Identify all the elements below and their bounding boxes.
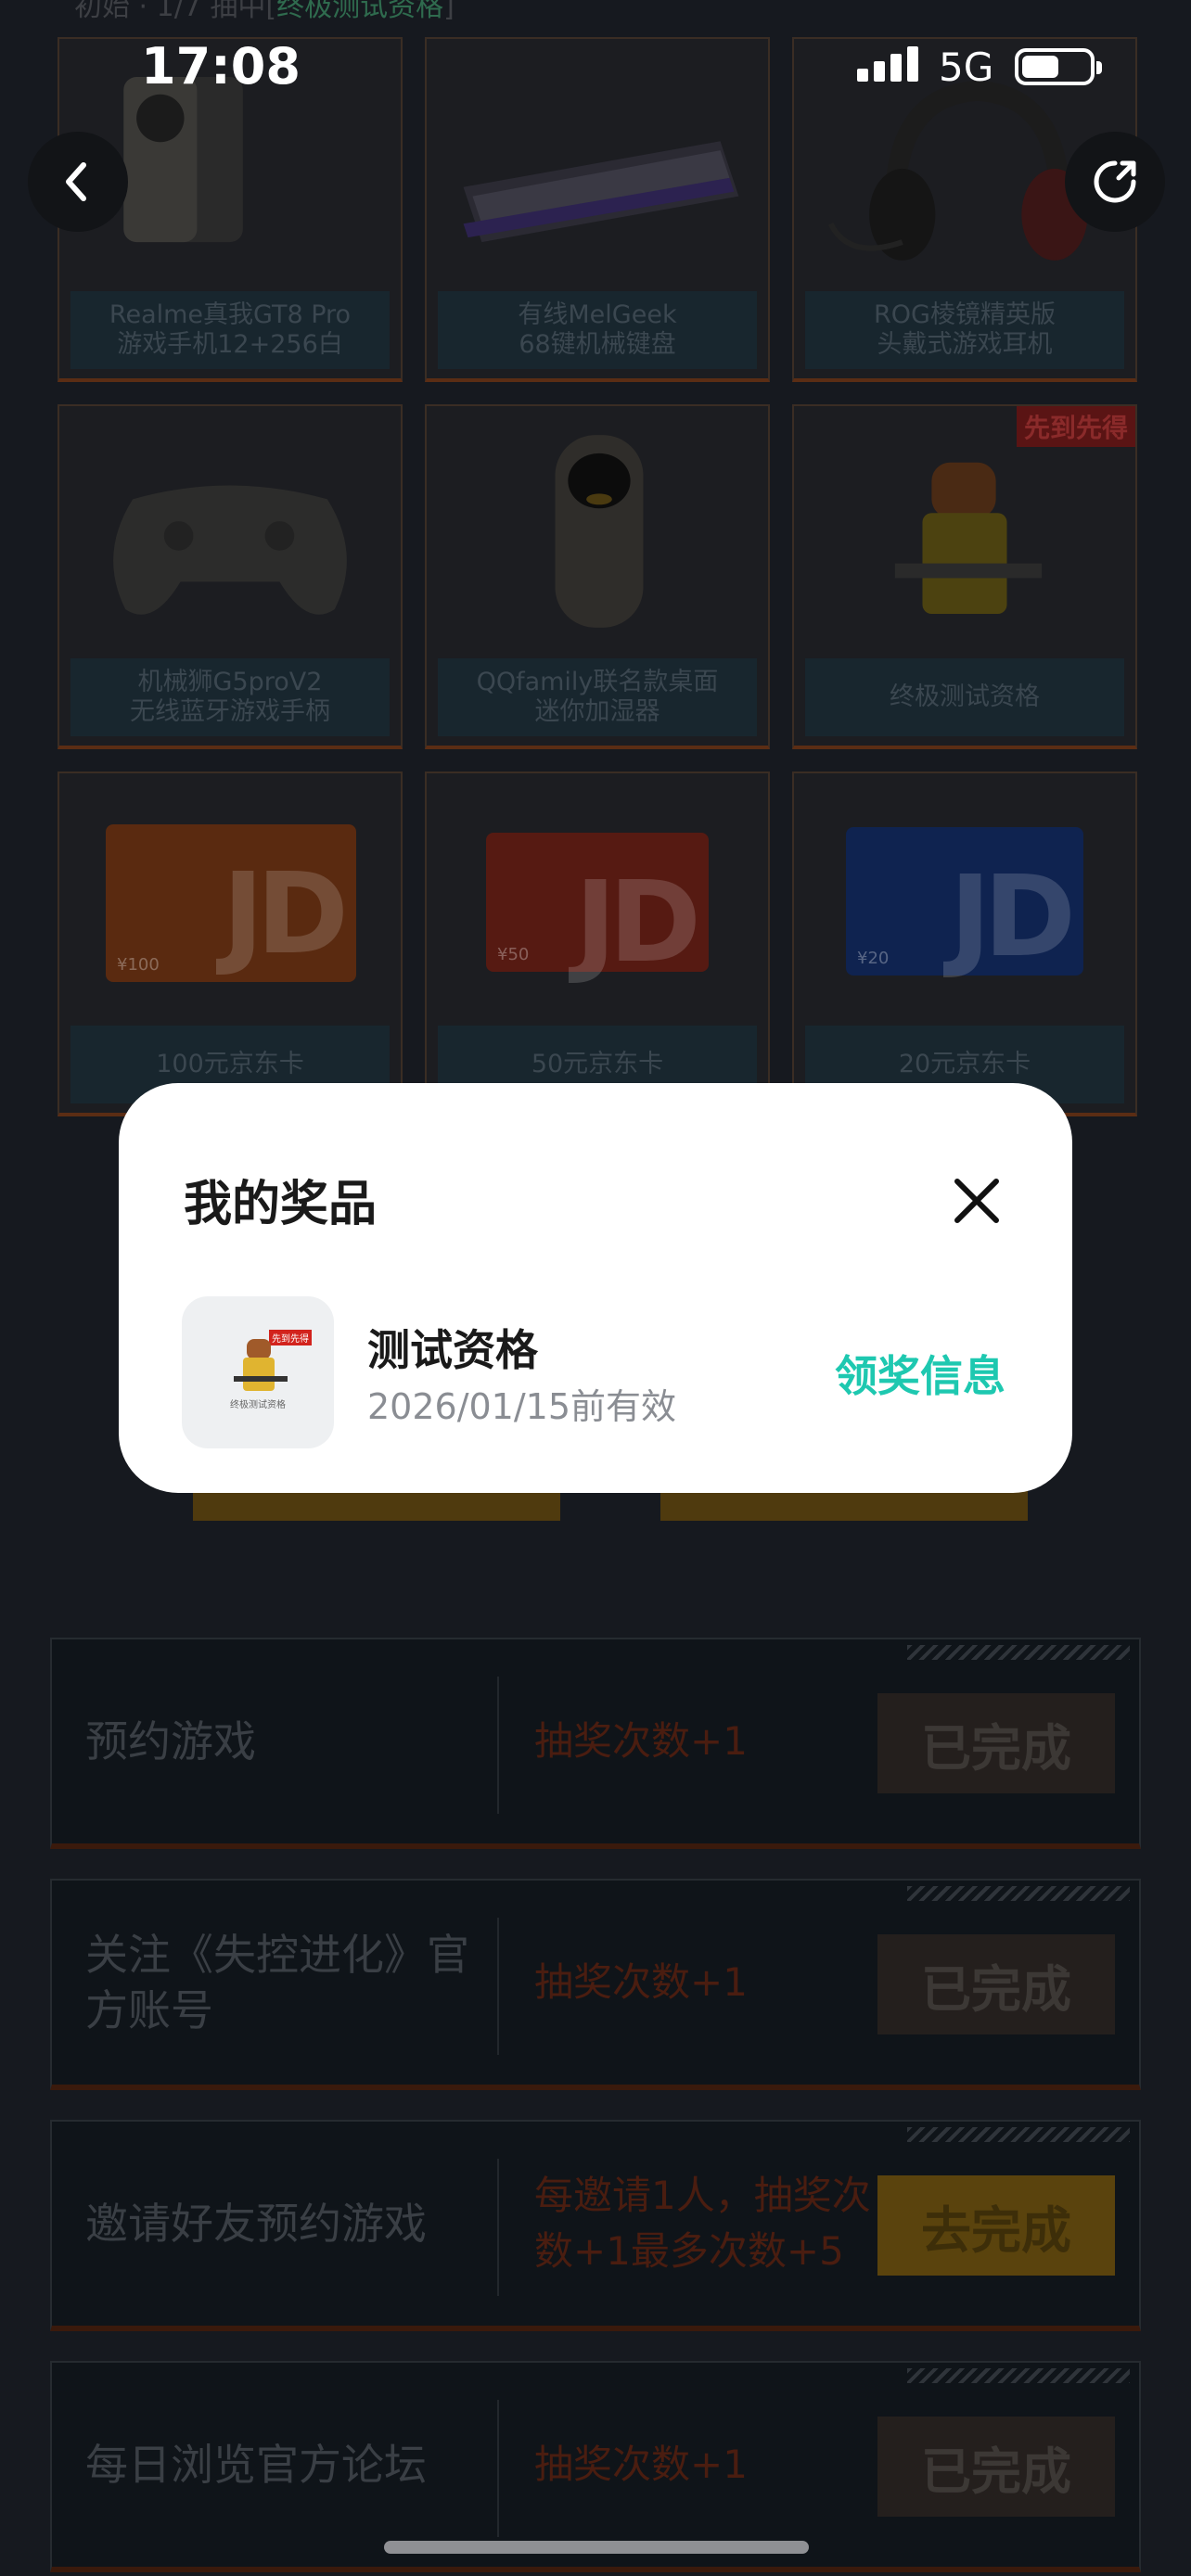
close-icon [954,1179,999,1223]
close-button[interactable] [944,1168,1009,1233]
prize-name: 测试资格 [367,1325,538,1375]
modal-title: 我的奖品 [184,1177,378,1232]
my-prizes-modal: 我的奖品 先到先得 终极测试资格 测试资格 2026/01/15前有效 领奖信息 [119,1083,1072,1493]
prize-thumbnail: 先到先得 终极测试资格 [182,1296,334,1448]
character-image [234,1339,288,1391]
home-indicator[interactable] [384,2541,809,2554]
prize-expiry: 2026/01/15前有效 [367,1386,677,1427]
thumb-caption: 终极测试资格 [230,1400,286,1410]
claim-info-link[interactable]: 领奖信息 [835,1343,1005,1404]
